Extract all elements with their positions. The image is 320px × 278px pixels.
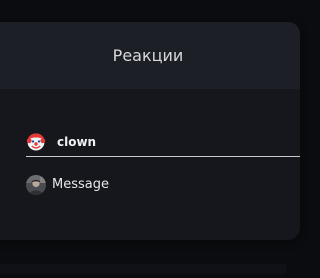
reactions-modal: Реакции clown Message — [0, 22, 300, 240]
reaction-tab-clown[interactable]: clown — [26, 132, 300, 157]
user-name: Message — [52, 177, 109, 192]
avatar-image — [26, 175, 46, 195]
modal-header: Реакции — [0, 22, 300, 89]
modal-title: Реакции — [112, 46, 184, 65]
reaction-user-entry[interactable]: Message — [26, 175, 226, 197]
reaction-name: clown — [57, 135, 97, 149]
user-avatar[interactable] — [26, 175, 46, 195]
clown-face-icon — [26, 133, 46, 151]
